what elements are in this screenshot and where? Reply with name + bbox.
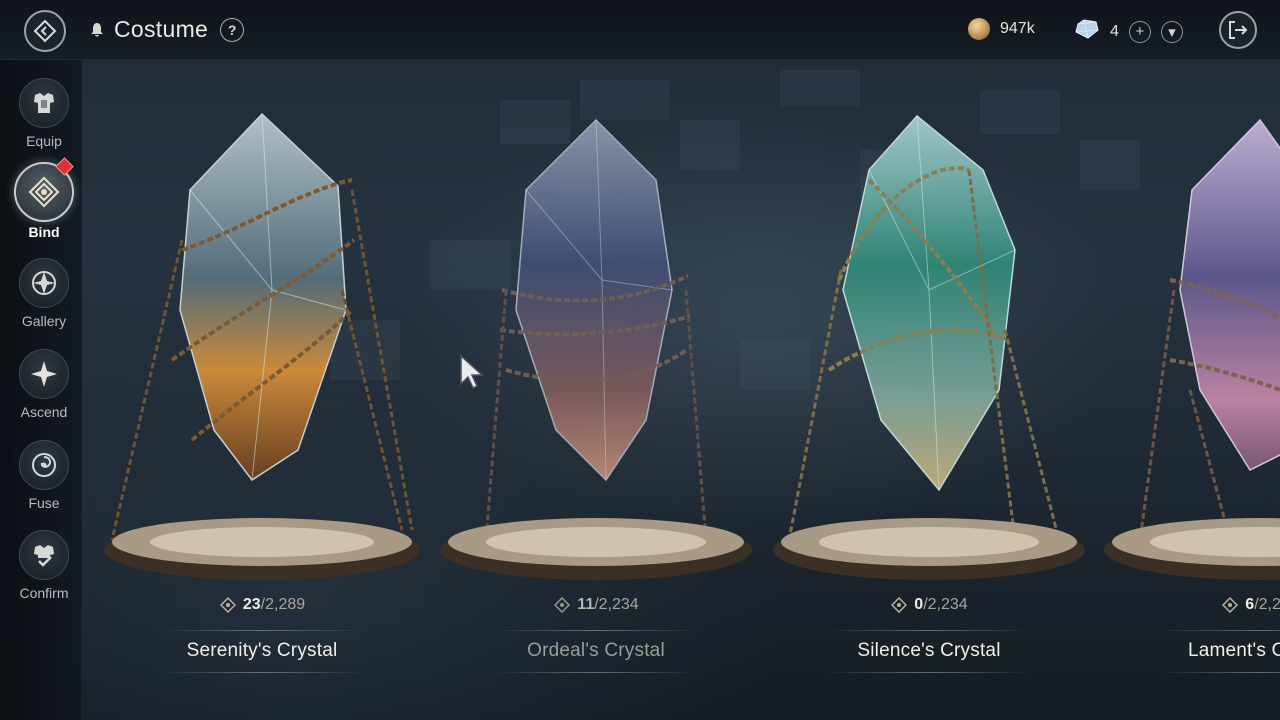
crystal-card-lament-clip: 6 /2,234 Lament's Crystal bbox=[1100, 90, 1280, 690]
nav-item-ascend[interactable]: Ascend bbox=[0, 349, 88, 420]
nav-item-gallery[interactable]: Gallery bbox=[0, 258, 88, 329]
fragment-count: 6 /2,234 bbox=[1100, 596, 1280, 614]
crystal-name: Silence's Crystal bbox=[857, 640, 1001, 661]
required-count: /2,289 bbox=[260, 596, 306, 613]
crystal-name: Lament's Crystal bbox=[1187, 640, 1280, 661]
divider bbox=[827, 672, 1031, 673]
exit-icon bbox=[1229, 21, 1248, 39]
title-group: Costume ? bbox=[88, 16, 245, 43]
nav-label-ascend: Ascend bbox=[20, 404, 68, 420]
fragment-icon bbox=[890, 596, 908, 614]
nav-item-confirm[interactable]: Confirm bbox=[0, 530, 88, 601]
owned-count: 0 bbox=[914, 596, 924, 613]
fragment-icon bbox=[219, 596, 237, 614]
nav-item-bind[interactable]: Bind bbox=[0, 157, 88, 240]
fragment-count: 23 /2,289 bbox=[102, 596, 422, 614]
divider bbox=[1158, 630, 1280, 631]
back-button[interactable] bbox=[24, 10, 66, 52]
back-arrow-icon bbox=[33, 19, 57, 43]
gold-currency: 947k bbox=[968, 18, 1035, 40]
nav-label-bind: Bind bbox=[28, 224, 60, 240]
mouse-cursor-icon bbox=[460, 354, 484, 390]
help-button[interactable]: ? bbox=[220, 17, 245, 42]
page-title: Costume bbox=[114, 16, 209, 42]
divider bbox=[160, 672, 364, 673]
divider bbox=[494, 630, 698, 631]
nav-label-fuse: Fuse bbox=[28, 495, 60, 511]
fragment-count: 11 /2,234 bbox=[436, 596, 756, 614]
required-count: /2,234 bbox=[594, 596, 639, 613]
crystal-card-lament[interactable]: 6 /2,234 Lament's Crystal bbox=[1100, 90, 1280, 690]
serenity-crystal-art bbox=[104, 112, 420, 580]
add-gem-button[interactable]: + bbox=[1128, 20, 1151, 43]
nav-item-fuse[interactable]: Fuse bbox=[0, 440, 88, 511]
crystal-gem-icon bbox=[1074, 18, 1100, 45]
owned-count: 23 bbox=[242, 596, 261, 613]
nav-equip-circle bbox=[19, 78, 69, 128]
bind-rune-icon bbox=[28, 176, 60, 208]
nav-item-equip[interactable]: Equip bbox=[0, 78, 88, 149]
confirm-check-icon bbox=[34, 545, 54, 567]
nav-ascend-circle bbox=[19, 349, 69, 399]
required-count: /2,234 bbox=[1254, 596, 1280, 613]
nav-gallery-circle bbox=[19, 258, 69, 308]
armor-icon bbox=[34, 93, 54, 113]
side-navigation: Equip Bind Gallery Ascend Fuse Confirm bbox=[0, 60, 82, 720]
divider bbox=[494, 672, 698, 673]
expand-currency-button[interactable]: ▾ bbox=[1160, 20, 1183, 43]
owned-count: 11 bbox=[577, 596, 595, 613]
crystal-card-serenity[interactable]: 23 /2,289 Serenity's Crystal bbox=[102, 90, 422, 690]
required-count: /2,234 bbox=[923, 596, 968, 613]
fragment-icon bbox=[553, 596, 571, 614]
crystal-card-silence[interactable]: 0 /2,234 Silence's Crystal bbox=[769, 90, 1089, 690]
gallery-icon bbox=[32, 271, 56, 295]
gem-currency: 4 + ▾ bbox=[1074, 18, 1183, 45]
divider bbox=[160, 630, 364, 631]
fragment-icon bbox=[1221, 596, 1239, 614]
nav-label-equip: Equip bbox=[26, 133, 62, 149]
crystal-name: Ordeal's Crystal bbox=[527, 640, 665, 661]
ordeal-crystal-art bbox=[440, 118, 752, 580]
exit-button[interactable] bbox=[1219, 11, 1257, 49]
gold-coin-icon bbox=[968, 18, 990, 40]
ascend-star-icon bbox=[31, 361, 57, 387]
divider bbox=[1158, 672, 1280, 673]
silence-crystal-art bbox=[773, 114, 1085, 580]
nav-label-confirm: Confirm bbox=[19, 585, 69, 601]
gem-amount: 4 bbox=[1110, 22, 1119, 40]
bell-icon bbox=[88, 21, 106, 39]
owned-count: 6 bbox=[1245, 596, 1255, 613]
top-bar: Costume ? 947k 4 + ▾ bbox=[0, 0, 1280, 60]
nav-confirm-circle bbox=[19, 530, 69, 580]
divider bbox=[827, 630, 1031, 631]
gold-amount: 947k bbox=[1000, 20, 1035, 37]
fuse-swirl-icon bbox=[32, 453, 56, 477]
nav-label-gallery: Gallery bbox=[21, 313, 67, 329]
lament-crystal-art bbox=[1104, 118, 1280, 580]
nav-fuse-circle bbox=[19, 440, 69, 490]
crystal-card-ordeal[interactable]: 11 /2,234 Ordeal's Crystal bbox=[436, 90, 756, 690]
crystal-name: Serenity's Crystal bbox=[186, 640, 338, 661]
fragment-count: 0 /2,234 bbox=[769, 596, 1089, 614]
